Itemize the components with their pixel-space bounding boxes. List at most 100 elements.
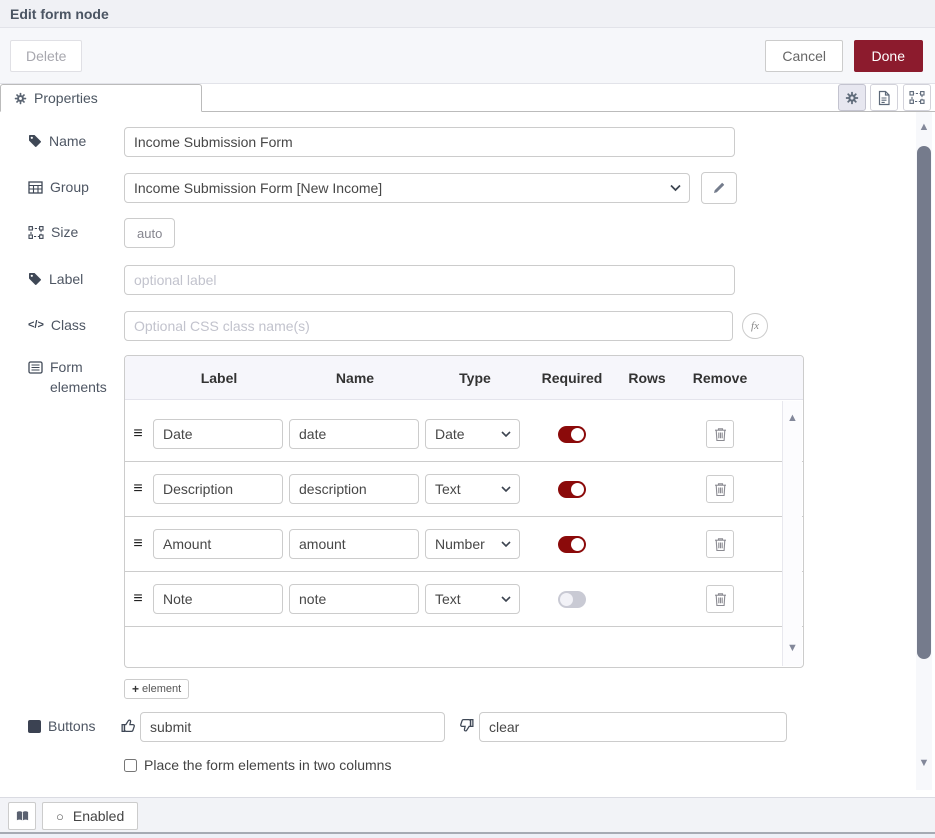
drag-handle-icon[interactable]: ≡: [125, 480, 151, 498]
scroll-down-icon[interactable]: ▼: [787, 643, 798, 654]
elements-table-body: ≡ Date ≡ Text: [125, 400, 803, 667]
cancel-button[interactable]: Cancel: [765, 40, 843, 72]
trash-icon: [714, 427, 727, 442]
edit-form-node-dialog: Edit form node Delete Cancel Done Proper…: [0, 0, 935, 838]
col-header-type: Type: [423, 370, 527, 386]
elements-table-scrollbar[interactable]: ▲ ▼: [782, 401, 802, 666]
element-label-input[interactable]: [153, 529, 283, 559]
submit-button-label-input[interactable]: [140, 712, 445, 742]
scroll-up-icon[interactable]: ▲: [787, 413, 798, 424]
required-toggle[interactable]: [558, 591, 586, 608]
element-label-input[interactable]: [153, 584, 283, 614]
thumbs-down-icon: [458, 717, 475, 734]
two-columns-row: Place the form elements in two columns: [124, 757, 391, 773]
col-header-label: Label: [151, 370, 287, 386]
delete-button[interactable]: Delete: [10, 40, 82, 72]
delete-element-button[interactable]: [706, 585, 734, 613]
enabled-label: Enabled: [73, 808, 124, 824]
delete-element-button[interactable]: [706, 420, 734, 448]
trash-icon: [714, 537, 727, 552]
delete-element-button[interactable]: [706, 475, 734, 503]
element-type-select[interactable]: Date: [425, 419, 520, 449]
gear-icon: [14, 92, 27, 105]
list-alt-icon: [28, 361, 43, 374]
label-field-label: Label: [28, 271, 83, 287]
element-label-input[interactable]: [153, 474, 283, 504]
name-field-label: Name: [28, 133, 86, 149]
file-text-icon: [877, 90, 891, 106]
book-icon: [15, 809, 30, 823]
square-icon: [28, 720, 41, 733]
element-name-input[interactable]: [289, 529, 419, 559]
tag-icon: [28, 134, 42, 148]
form-element-row: ≡ Number: [125, 517, 803, 572]
dialog-footer: ○ Enabled: [0, 797, 935, 832]
properties-panel: Name Group Income Submission Form [New I…: [0, 112, 935, 790]
element-label-input[interactable]: [153, 419, 283, 449]
element-name-input[interactable]: [289, 474, 419, 504]
class-field-label: </> Class: [28, 317, 86, 333]
form-element-row: ≡ Text: [125, 462, 803, 517]
expand-editor-button[interactable]: fx: [742, 313, 768, 339]
col-header-remove: Remove: [677, 370, 763, 386]
enabled-toggle-button[interactable]: ○ Enabled: [42, 802, 138, 830]
dialog-title: Edit form node: [10, 6, 109, 22]
size-field-label: Size: [28, 224, 78, 240]
add-element-button[interactable]: + element: [124, 679, 189, 699]
col-header-name: Name: [287, 370, 423, 386]
scroll-up-icon[interactable]: ▲: [916, 122, 932, 133]
drag-handle-icon[interactable]: ≡: [125, 535, 151, 553]
name-input[interactable]: [124, 127, 735, 157]
drag-handle-icon[interactable]: ≡: [125, 425, 151, 443]
tag-icon: [28, 272, 42, 286]
edit-group-button[interactable]: [701, 172, 737, 204]
dialog-button-bar: Delete Cancel Done: [0, 28, 935, 84]
element-name-input[interactable]: [289, 419, 419, 449]
description-tab-button[interactable]: [870, 84, 898, 111]
done-button[interactable]: Done: [854, 40, 923, 72]
clear-button-label-input[interactable]: [479, 712, 787, 742]
element-type-select[interactable]: Text: [425, 474, 520, 504]
gear-icon: [845, 91, 859, 105]
scroll-down-icon[interactable]: ▼: [916, 758, 932, 769]
two-columns-label: Place the form elements in two columns: [144, 757, 391, 773]
trash-icon: [714, 482, 727, 497]
appearance-tab-button[interactable]: [903, 84, 931, 111]
node-help-button[interactable]: [8, 802, 36, 830]
trash-icon: [714, 592, 727, 607]
code-icon: </>: [28, 319, 44, 331]
dialog-scrollbar[interactable]: ▲ ▼: [916, 112, 932, 790]
required-toggle[interactable]: [558, 536, 586, 553]
plus-icon: +: [132, 682, 139, 696]
tab-bar: Properties: [0, 84, 935, 112]
thumbs-up-icon: [120, 717, 137, 734]
label-input[interactable]: [124, 265, 735, 295]
required-toggle[interactable]: [558, 481, 586, 498]
tab-properties[interactable]: Properties: [0, 84, 202, 112]
form-element-row: ≡ Text: [125, 572, 803, 627]
circle-icon: ○: [56, 810, 64, 823]
col-header-rows: Rows: [617, 370, 677, 386]
object-group-icon: [28, 225, 44, 240]
form-elements-table: Label Name Type Required Rows Remove ≡ D…: [124, 355, 804, 668]
buttons-field-label: Buttons: [28, 718, 95, 734]
delete-element-button[interactable]: [706, 530, 734, 558]
group-select[interactable]: Income Submission Form [New Income]: [124, 173, 690, 203]
element-type-select[interactable]: Text: [425, 584, 520, 614]
element-type-select[interactable]: Number: [425, 529, 520, 559]
table-icon: [28, 181, 43, 194]
size-auto-button[interactable]: auto: [124, 218, 175, 248]
two-columns-checkbox[interactable]: [124, 759, 137, 772]
required-toggle[interactable]: [558, 426, 586, 443]
col-header-required: Required: [527, 370, 617, 386]
class-input[interactable]: [124, 311, 733, 341]
properties-tab-button[interactable]: [838, 84, 866, 111]
dialog-header: Edit form node: [0, 0, 935, 28]
tab-properties-label: Properties: [34, 90, 98, 106]
drag-handle-icon[interactable]: ≡: [125, 590, 151, 608]
scrollbar-thumb[interactable]: [917, 146, 931, 659]
elements-table-header: Label Name Type Required Rows Remove: [125, 356, 803, 400]
element-name-input[interactable]: [289, 584, 419, 614]
group-field-label: Group: [28, 179, 89, 195]
object-group-icon: [909, 90, 925, 105]
